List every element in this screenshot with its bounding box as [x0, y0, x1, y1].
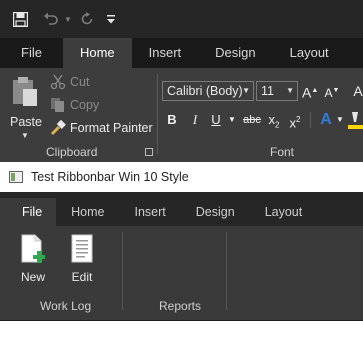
text-effects-button[interactable]: A — [318, 110, 334, 130]
strikethrough-button[interactable]: abc — [241, 110, 263, 130]
paste-icon — [13, 77, 37, 106]
tab-file[interactable]: File — [0, 38, 63, 68]
superscript-button[interactable]: x2 — [288, 110, 302, 130]
customize-toolbar-button[interactable] — [100, 0, 122, 38]
highlight-color-button[interactable] — [348, 110, 363, 132]
shrink-font-button[interactable]: A▼ — [324, 81, 340, 101]
shrink-arrow-icon: ▼ — [332, 87, 340, 94]
shrink-font-label: A — [324, 86, 333, 100]
highlighter-icon — [348, 112, 363, 129]
tab-insert[interactable]: Insert — [132, 38, 199, 68]
undo-dropdown-icon[interactable]: ▼ — [62, 0, 74, 38]
underline-button[interactable]: U — [209, 110, 223, 130]
app-tab-bar: File Home Insert Design Layout — [0, 198, 363, 226]
font-size-combo[interactable]: 11 ▼ — [256, 81, 298, 101]
format-painter-button[interactable]: Format Painter — [50, 120, 153, 136]
cut-button[interactable]: Cut — [50, 74, 89, 90]
text-effects-dropdown-icon[interactable]: ▼ — [336, 110, 344, 130]
tab-home[interactable]: Home — [56, 198, 119, 226]
group-separator — [157, 74, 158, 154]
title-bar: Test Ribbonbar Win 10 Style — [0, 162, 363, 192]
word-tab-bar: File Home Insert Design Layout Referen — [0, 38, 363, 68]
save-icon — [12, 11, 28, 27]
tab-file[interactable]: File — [0, 198, 57, 226]
change-case-label: A — [353, 83, 363, 99]
new-document-icon — [21, 234, 45, 263]
edit-label: Edit — [71, 270, 93, 284]
tab-design[interactable]: Design — [198, 38, 272, 68]
subscript-mark: 2 — [275, 120, 280, 130]
paste-label: Paste — [10, 115, 42, 129]
reports-group-label: Reports — [159, 299, 202, 313]
copy-label: Copy — [70, 98, 100, 112]
edit-button[interactable]: Edit — [64, 234, 100, 290]
grow-arrow-icon: ▲ — [311, 87, 319, 94]
tab-insert[interactable]: Insert — [120, 198, 181, 226]
tab-design[interactable]: Design — [181, 198, 250, 226]
test-app-window: Test Ribbonbar Win 10 Style File Home In… — [0, 162, 363, 337]
paste-dropdown-icon: ▼ — [21, 131, 29, 140]
clipboard-group-label: Clipboard — [46, 145, 98, 159]
customize-icon — [107, 14, 115, 23]
font-separator — [310, 112, 311, 128]
font-group-label: Font — [270, 145, 295, 159]
paintbrush-icon — [50, 120, 66, 136]
word-ribbon-window: ▼ File Home Insert Design Layout Referen — [0, 0, 363, 162]
tab-layout[interactable]: Layout — [250, 198, 318, 226]
group-separator — [122, 232, 123, 310]
subscript-button[interactable]: x2 — [267, 110, 281, 130]
edit-document-icon — [71, 234, 93, 263]
undo-button[interactable] — [40, 0, 62, 38]
save-button[interactable] — [0, 0, 40, 38]
paste-button[interactable]: Paste ▼ — [8, 76, 42, 140]
work-log-group-label: Work Log — [40, 299, 92, 313]
word-ribbon-panel: Paste ▼ Cut Copy Format Painter Clipboar… — [0, 68, 363, 162]
font-size-value: 11 — [261, 84, 274, 98]
grow-font-label: A — [302, 84, 312, 101]
quick-access-toolbar: ▼ — [0, 0, 363, 38]
copy-button[interactable]: Copy — [50, 97, 99, 113]
new-label: New — [20, 270, 45, 284]
tab-layout[interactable]: Layout — [273, 38, 346, 68]
font-name-value: Calibri (Body) — [167, 84, 243, 98]
undo-icon — [44, 12, 58, 25]
redo-button[interactable] — [74, 0, 100, 38]
ribbon-bottom-border — [0, 320, 363, 321]
grow-font-button[interactable]: A▲ — [302, 81, 318, 101]
app-icon — [9, 171, 23, 183]
chevron-down-icon: ▼ — [242, 86, 250, 95]
underline-dropdown-icon[interactable]: ▼ — [228, 110, 236, 130]
window-title: Test Ribbonbar Win 10 Style — [31, 170, 189, 184]
new-button[interactable]: New — [15, 234, 51, 290]
chevron-down-icon: ▼ — [286, 86, 294, 95]
change-case-button[interactable]: A — [351, 81, 363, 101]
tab-references[interactable]: Referen — [346, 38, 363, 68]
clipboard-launcher-icon[interactable] — [145, 148, 153, 156]
copy-icon — [51, 98, 64, 112]
bold-button[interactable]: B — [165, 110, 179, 130]
group-separator — [226, 232, 227, 310]
tab-home[interactable]: Home — [62, 38, 132, 68]
font-name-combo[interactable]: Calibri (Body) ▼ — [162, 81, 254, 101]
redo-icon — [81, 12, 93, 25]
format-painter-label: Format Painter — [70, 121, 153, 135]
cut-label: Cut — [70, 75, 90, 89]
italic-button[interactable]: I — [188, 110, 202, 130]
superscript-mark: 2 — [296, 115, 301, 124]
scissors-icon — [50, 74, 66, 90]
app-ribbon-panel: New Edit Work Log Reports — [0, 226, 363, 320]
